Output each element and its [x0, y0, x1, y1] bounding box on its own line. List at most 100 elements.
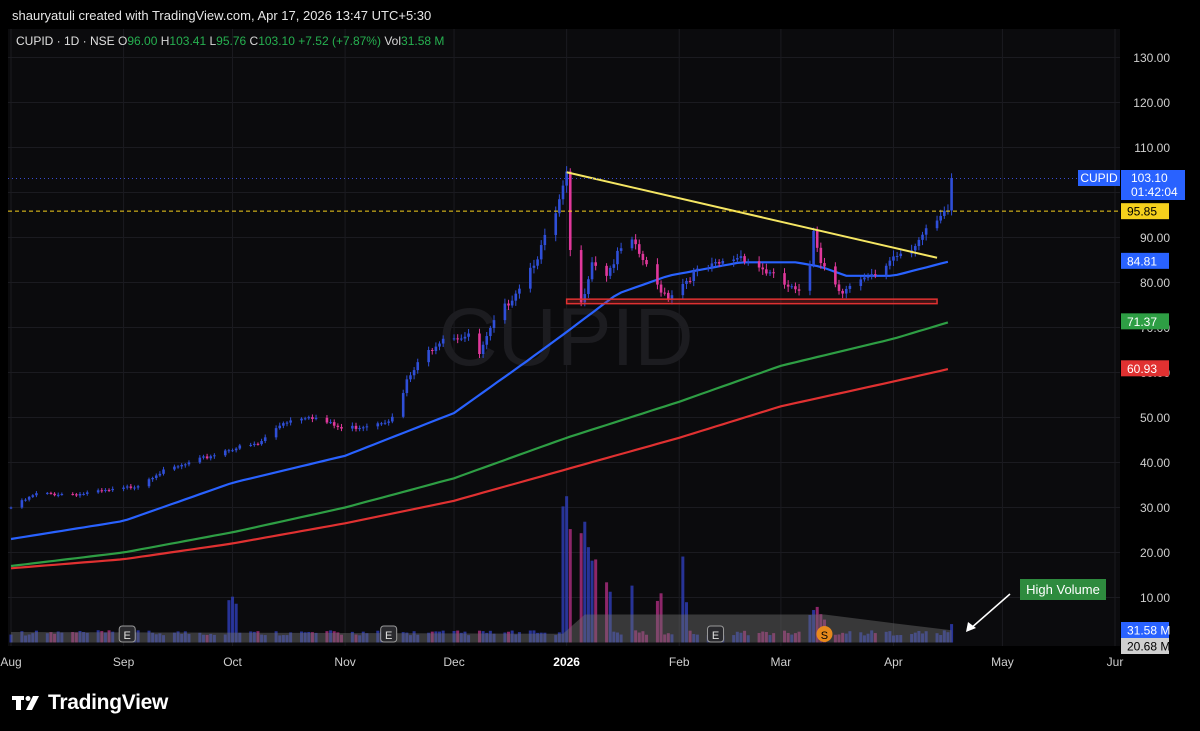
- candle-body: [884, 265, 888, 276]
- volume-bar: [565, 496, 569, 643]
- price-tag-value: 60.93: [1127, 362, 1157, 376]
- candle-body: [481, 344, 485, 355]
- candle-body: [489, 327, 492, 337]
- x-tick-label: Nov: [334, 655, 355, 669]
- candle-body: [746, 261, 750, 263]
- candle-body: [340, 427, 343, 429]
- x-tick-label: Jur: [1107, 655, 1124, 669]
- support-zone[interactable]: [565, 298, 938, 305]
- candle-body: [485, 336, 489, 345]
- tradingview-logo[interactable]: TradingView: [12, 691, 168, 715]
- y-tick-label: 130.00: [1133, 51, 1170, 65]
- candle-body: [514, 293, 518, 301]
- candle-body: [303, 418, 307, 420]
- candle-body: [656, 264, 659, 285]
- chart-screenshot: shauryatuli created with TradingView.com…: [0, 0, 1200, 731]
- candle-body: [71, 494, 75, 496]
- candle-body: [565, 171, 568, 186]
- candle-body: [129, 486, 133, 488]
- legend-volume: 31.58 M: [401, 34, 445, 48]
- candle-body: [634, 239, 637, 245]
- candle-body: [460, 338, 463, 340]
- candle-body: [685, 280, 688, 284]
- price-tag-value: 31.58 M: [1127, 624, 1170, 638]
- candle-body: [706, 267, 710, 269]
- candle-body: [714, 262, 717, 264]
- candle-body: [510, 300, 514, 306]
- candle-body: [619, 248, 623, 251]
- candle-body: [841, 290, 844, 294]
- candle-body: [539, 245, 543, 260]
- candle-body: [354, 425, 358, 429]
- bar-countdown: 01:42:04: [1131, 185, 1178, 199]
- candle-body: [427, 349, 430, 363]
- candle-body: [111, 488, 114, 491]
- x-tick-label: Aug: [0, 655, 21, 669]
- candle-body: [256, 443, 260, 445]
- candle-body: [605, 265, 608, 276]
- candle-body: [736, 258, 739, 260]
- legend-low: 95.76: [216, 34, 247, 48]
- candle-body: [710, 263, 714, 268]
- candle-body: [416, 362, 420, 371]
- candle-body: [78, 494, 82, 496]
- candle-body: [187, 462, 191, 465]
- price-tag-value: 84.81: [1127, 254, 1157, 268]
- candle-body: [837, 284, 841, 291]
- symbol-legend: CUPID · 1D · NSE O96.00 H103.41 L95.76 C…: [16, 34, 444, 48]
- high-volume-arrow: [969, 593, 1011, 630]
- candle-body: [151, 477, 154, 480]
- candle-body: [594, 262, 597, 266]
- legend-vol-label: Vol: [384, 34, 402, 48]
- candle-body: [180, 464, 183, 467]
- y-tick-label: 120.00: [1133, 96, 1170, 110]
- candle-body: [274, 428, 278, 438]
- candle-body: [158, 473, 162, 476]
- candle-body: [300, 418, 303, 421]
- candle-body: [53, 493, 56, 496]
- candle-body: [608, 267, 612, 276]
- candle-body: [285, 422, 289, 424]
- candle-body: [107, 489, 111, 491]
- candle-body: [790, 286, 794, 288]
- candle-body: [376, 423, 380, 427]
- candle-body: [659, 284, 663, 293]
- symbol-tag-label: CUPID: [1080, 171, 1118, 185]
- price-chart[interactable]: CUPID EEES 10.0020.0030.0040.0050.0060.0…: [0, 0, 1200, 731]
- y-tick-label: 20.00: [1140, 546, 1170, 560]
- candle-body: [590, 262, 594, 280]
- y-tick-label: 50.00: [1140, 411, 1170, 425]
- candle-body: [27, 496, 31, 500]
- x-tick-label: May: [991, 655, 1014, 669]
- candle-body: [579, 250, 583, 303]
- candle-body: [808, 264, 812, 291]
- candle-body: [46, 492, 49, 494]
- candle-body: [133, 487, 136, 489]
- legend-symbol[interactable]: CUPID · 1D · NSE: [16, 34, 115, 48]
- y-tick-label: 110.00: [1134, 141, 1170, 155]
- candle-body: [351, 425, 354, 429]
- candle-body: [874, 274, 877, 276]
- candle-body: [60, 494, 64, 496]
- candle-body: [336, 425, 340, 428]
- candle-body: [9, 507, 13, 509]
- event-marker-label: E: [712, 630, 719, 642]
- watermark-text: CUPID: [438, 292, 693, 383]
- candle-body: [844, 288, 848, 294]
- candle-body: [743, 256, 746, 262]
- candle-body: [913, 246, 917, 251]
- candle-body: [587, 279, 590, 295]
- candle-body: [637, 244, 641, 254]
- candle-body: [888, 260, 892, 266]
- candle-body: [924, 228, 928, 235]
- arrow-head-icon: [966, 622, 976, 632]
- trendline[interactable]: [566, 171, 938, 259]
- candle-body: [518, 288, 521, 294]
- candle-body: [783, 273, 786, 285]
- candle-body: [761, 267, 765, 270]
- candle-body: [173, 466, 176, 470]
- candle-body: [238, 445, 242, 449]
- candle-body: [125, 486, 129, 488]
- tradingview-logo-text: TradingView: [48, 691, 169, 714]
- candle-body: [213, 455, 216, 457]
